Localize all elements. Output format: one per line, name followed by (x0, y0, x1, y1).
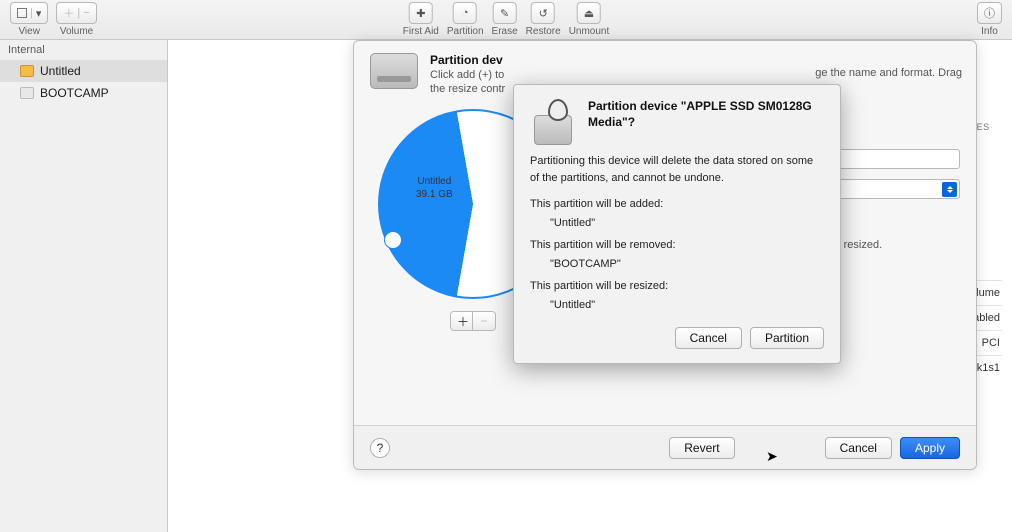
restore-icon: ↺ (539, 7, 548, 20)
plus-icon: ＋ (63, 5, 74, 21)
stethoscope-icon: ✚ (416, 7, 425, 20)
unmount-button[interactable]: ⏏ (577, 2, 601, 24)
hdd-icon (20, 87, 34, 99)
body: Internal Untitled BOOTCAMP 41 GB SHARED … (0, 40, 1012, 532)
remove-partition-button: − (473, 312, 495, 330)
chevron-updown-icon (942, 182, 957, 197)
pie-segment-label: Untitled39.1 GB (416, 175, 453, 201)
info-icon: ⓘ (984, 5, 995, 21)
partition-button[interactable]: ◔ (453, 2, 477, 24)
toolbar-label-info: Info (981, 26, 998, 37)
toolbar: | ▾ View ＋ | − Volume ✚ First Aid ◔ Partit… (0, 0, 1012, 40)
toolbar-label-erase: Erase (492, 26, 518, 37)
toolbar-label-view: View (18, 26, 40, 37)
sidebar-item-bootcamp[interactable]: BOOTCAMP (0, 82, 167, 104)
window: | ▾ View ＋ | − Volume ✚ First Aid ◔ Partit… (0, 0, 1012, 532)
toolbar-label-firstaid: First Aid (403, 26, 439, 37)
dialog-title: Partition device "APPLE SSD SM0128G Medi… (588, 99, 824, 147)
cancel-button[interactable]: Cancel (825, 437, 892, 459)
dialog-body: Partitioning this device will delete the… (530, 153, 824, 313)
toolbar-label-restore: Restore (526, 26, 561, 37)
minus-icon: − (83, 7, 89, 19)
help-button[interactable]: ? (370, 438, 390, 458)
apply-button[interactable]: Apply (900, 437, 960, 459)
confirm-dialog: Partition device "APPLE SSD SM0128G Medi… (513, 84, 841, 364)
first-aid-button[interactable]: ✚ (409, 2, 433, 24)
pie-icon: ◔ (462, 7, 469, 19)
sidebar-item-label: Untitled (40, 64, 81, 78)
toolbar-label-unmount: Unmount (569, 26, 610, 37)
content-area: 41 GB SHARED BY 4 VOLUMES APFS Volume En… (168, 40, 1012, 532)
info-button[interactable]: ⓘ (977, 2, 1002, 24)
sheet-footer: ? Revert Cancel Apply (354, 425, 976, 469)
sheet-desc2: the resize contr (430, 83, 505, 95)
restore-button[interactable]: ↺ (531, 2, 555, 24)
sidebar: Internal Untitled BOOTCAMP (0, 40, 168, 532)
sheet-desc-extra: ge the name and format. Drag (815, 67, 962, 79)
sidebar-item-untitled[interactable]: Untitled (0, 60, 167, 82)
erase-button[interactable]: ✎ (493, 2, 517, 24)
eject-icon: ⏏ (584, 7, 594, 20)
sidebar-item-label: BOOTCAMP (40, 86, 109, 100)
chevron-down-icon: ▾ (36, 7, 42, 20)
volume-segmented[interactable]: ＋ | − (56, 2, 96, 24)
erase-icon: ✎ (500, 7, 509, 20)
view-segmented[interactable]: | ▾ (10, 2, 48, 24)
revert-button[interactable]: Revert (669, 437, 734, 459)
sheet-title: Partition dev (430, 53, 505, 67)
add-partition-button[interactable]: ＋ (451, 312, 473, 330)
toolbar-label-volume: Volume (60, 26, 93, 37)
cursor-icon: ➤ (766, 448, 778, 465)
dialog-cancel-button[interactable]: Cancel (675, 327, 742, 349)
drive-icon (370, 53, 418, 89)
hdd-icon (20, 65, 34, 77)
dialog-partition-button[interactable]: Partition (750, 327, 824, 349)
sidebar-header: Internal (0, 40, 167, 60)
square-icon (17, 8, 27, 18)
add-remove-segmented: ＋ − (450, 311, 496, 331)
sheet-desc1: Click add (+) to (430, 69, 505, 81)
disk-utility-icon (530, 99, 578, 147)
toolbar-label-partition: Partition (447, 26, 484, 37)
